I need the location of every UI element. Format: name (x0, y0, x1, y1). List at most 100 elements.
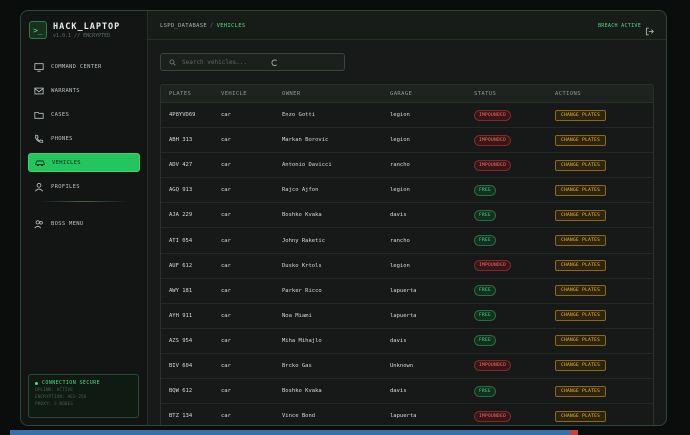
taskbar-close-button[interactable] (570, 430, 578, 435)
text-cursor-icon: Ⅽ (271, 59, 278, 69)
status-badge: IMPOUNDED (474, 109, 512, 121)
change-plates-button[interactable]: CHANGE PLATES (555, 109, 607, 121)
vehicles-table: PLATES VEHICLE OWNER GARAGE STATUS ACTIO… (160, 84, 654, 425)
cell-garage: davis (390, 337, 407, 344)
status-badge: IMPOUNDED (474, 260, 512, 272)
change-plates-button[interactable]: CHANGE PLATES (555, 184, 607, 196)
cell-plate: AZS 954 (169, 337, 193, 344)
table-body: 4P8YVD69 car Enzo Gotti legion IMPOUNDED CHAN… (161, 103, 653, 425)
status-badge: IMPOUNDED (474, 360, 512, 372)
table-row: 4P8YVD69 car Enzo Gotti legion IMPOUNDED CHAN… (161, 103, 653, 129)
connection-line: ENCRYPTION: AES-256 (35, 395, 87, 400)
cell-vehicle: car (221, 337, 231, 344)
cell-owner: Miha Mihajlo (282, 337, 322, 344)
sidebar-item-label: PHONES (51, 135, 73, 142)
cell-garage: lapuerta (390, 312, 417, 319)
change-plates-button[interactable]: CHANGE PLATES (555, 285, 607, 297)
cell-plate: AJA 229 (169, 212, 193, 219)
cell-garage: legion (390, 187, 410, 194)
logout-icon[interactable] (645, 21, 654, 36)
search-bar[interactable] (160, 53, 345, 71)
sidebar-item-vehicles[interactable]: VEHICLES (28, 153, 140, 172)
cell-vehicle: car (221, 388, 231, 395)
sidebar-item-boss-menu[interactable]: BOSS MENU (28, 214, 140, 233)
cell-garage: legion (390, 112, 410, 119)
change-plates-button[interactable]: CHANGE PLATES (555, 310, 607, 322)
sidebar-item-label: BOSS MENU (51, 220, 84, 227)
cell-plate: AUF 612 (169, 262, 193, 269)
cell-owner: Johny Raketic (282, 237, 326, 244)
breach-status: BREACH ACTIVE (598, 23, 642, 29)
cell-owner: Dusko Krtols (282, 262, 322, 269)
cell-plate: 4P8YVD69 (169, 112, 196, 119)
cell-plate: BIV 604 (169, 362, 193, 369)
brand-subtitle: v1.0.1 // ENCRYPTED (53, 32, 111, 39)
status-badge: FREE (474, 335, 497, 347)
change-plates-button[interactable]: CHANGE PLATES (555, 209, 607, 221)
table-row: ADV 427 car Antonio Davicci rancho IMPOUNDED… (161, 153, 653, 179)
taskbar (10, 430, 578, 435)
cell-garage: davis (390, 388, 407, 395)
cell-vehicle: car (221, 287, 231, 294)
cell-vehicle: car (221, 237, 231, 244)
column-header-garage: GARAGE (390, 90, 413, 97)
laptop-window: >_ HACK_LAPTOP v1.0.1 // ENCRYPTED COMMA… (20, 10, 667, 426)
user-icon (34, 182, 44, 192)
change-plates-button[interactable]: CHANGE PLATES (555, 360, 607, 372)
sidebar-item-profiles[interactable]: PROFILES (28, 177, 140, 196)
terminal-icon: >_ (29, 21, 47, 39)
phone-icon (34, 134, 44, 144)
change-plates-button[interactable]: CHANGE PLATES (555, 335, 607, 347)
table-row: AJA 229 car Boshko Kvaka davis FREE CHANGE PL… (161, 203, 653, 229)
change-plates-button[interactable]: CHANGE PLATES (555, 134, 607, 146)
cell-plate: AYH 911 (169, 312, 193, 319)
change-plates-button[interactable]: CHANGE PLATES (555, 260, 607, 272)
breadcrumb-root[interactable]: LSPD_DATABASE (160, 23, 207, 29)
table-row: AYH 911 car Noa Miami lapuerta FREE CHANGE PL… (161, 304, 653, 329)
change-plates-button[interactable]: CHANGE PLATES (555, 235, 607, 247)
sidebar: >_ HACK_LAPTOP v1.0.1 // ENCRYPTED COMMA… (21, 11, 148, 425)
cell-plate: BTZ 134 (169, 413, 193, 420)
status-badge: FREE (474, 235, 497, 247)
status-dot-icon (35, 381, 38, 385)
sidebar-item-cases[interactable]: CASES (28, 105, 140, 124)
brand: >_ HACK_LAPTOP v1.0.1 // ENCRYPTED (29, 21, 120, 39)
sidebar-item-label: VEHICLES (52, 159, 81, 166)
table-row: AWY 181 car Parker Ricco lapuerta FREE CHANGE… (161, 279, 653, 304)
cell-vehicle: car (221, 262, 231, 269)
sidebar-item-command-center[interactable]: COMMAND CENTER (28, 57, 140, 76)
cell-owner: Brcko Gas (282, 362, 312, 369)
cell-owner: Markan Borovic (282, 137, 329, 144)
cell-owner: Rajco Ajfon (282, 187, 319, 194)
change-plates-button[interactable]: CHANGE PLATES (555, 385, 607, 397)
change-plates-button[interactable]: CHANGE PLATES (555, 159, 607, 171)
cell-vehicle: car (221, 362, 231, 369)
cell-garage: Unknown (390, 362, 414, 369)
status-badge: IMPOUNDED (474, 410, 512, 422)
cell-owner: Boshko Kvaka (282, 388, 322, 395)
search-input[interactable] (182, 58, 332, 66)
brand-title: HACK_LAPTOP (53, 21, 121, 32)
cell-plate: BQW 612 (169, 388, 193, 395)
breadcrumb-current: VEHICLES (216, 23, 246, 29)
cell-vehicle: car (221, 312, 231, 319)
column-header-owner: OWNER (282, 90, 301, 97)
column-header-plates: PLATES (169, 90, 192, 97)
connection-title: CONNECTION SECURE (42, 380, 100, 386)
folder-icon (34, 110, 44, 120)
status-badge: FREE (474, 385, 497, 397)
cell-plate: ADV 427 (169, 162, 193, 169)
sidebar-item-warrants[interactable]: WARRANTS (28, 81, 140, 100)
sidebar-item-label: PROFILES (51, 183, 80, 190)
cell-owner: Parker Ricco (282, 287, 322, 294)
connection-line: UPLINK: ACTIVE (35, 388, 73, 393)
sidebar-item-phones[interactable]: PHONES (28, 129, 140, 148)
sidebar-item-label: COMMAND CENTER (51, 63, 102, 70)
cell-vehicle: car (221, 212, 231, 219)
column-header-status: STATUS (474, 90, 497, 97)
status-badge: FREE (474, 184, 497, 196)
mail-icon (34, 86, 44, 96)
change-plates-button[interactable]: CHANGE PLATES (555, 410, 607, 422)
cell-owner: Vince Bond (282, 413, 316, 420)
table-row: ATI 054 car Johny Raketic rancho FREE CHANGE … (161, 228, 653, 254)
